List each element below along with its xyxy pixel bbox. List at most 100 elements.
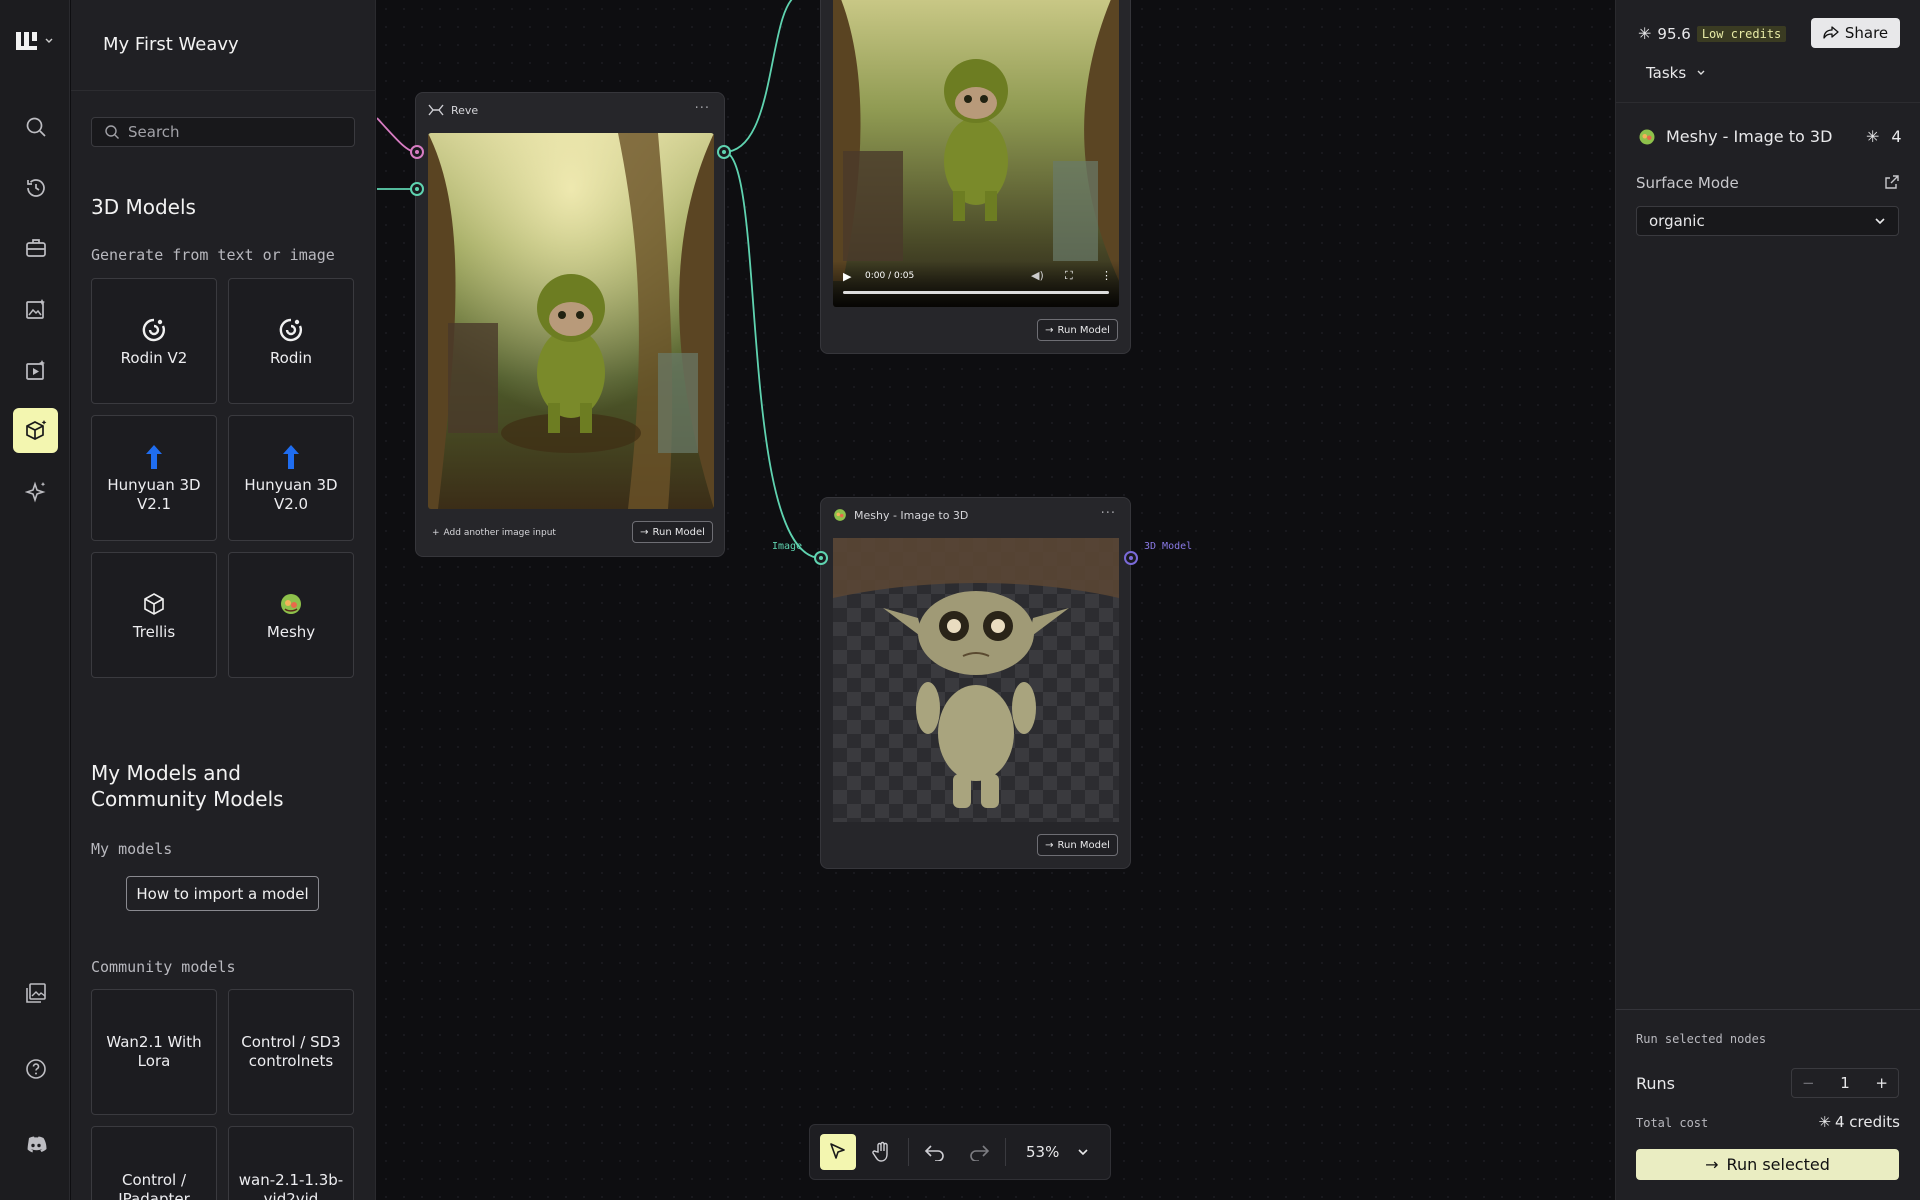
section-subtitle: Generate from text or image: [91, 246, 335, 264]
zoom-control[interactable]: 53%: [1014, 1143, 1089, 1161]
total-cost: ✳ 4 credits: [1818, 1113, 1900, 1131]
search-input[interactable]: [128, 123, 328, 141]
toolbar-divider: [908, 1138, 909, 1166]
share-label: Share: [1844, 24, 1889, 42]
gallery-icon[interactable]: [13, 970, 58, 1015]
model-card-label: Meshy: [266, 622, 316, 641]
surface-mode-value: organic: [1649, 212, 1705, 230]
generated-image: [428, 133, 714, 509]
arrow-right-icon: →: [640, 526, 649, 538]
undo-icon: [924, 1145, 944, 1161]
select-tool-button[interactable]: [820, 1134, 856, 1170]
run-model-label: Run Model: [652, 526, 705, 538]
external-link-icon[interactable]: [1884, 174, 1900, 190]
increment-button[interactable]: +: [1875, 1074, 1888, 1092]
output-port[interactable]: [1124, 551, 1138, 565]
community-card-label: Wan2.1 With Lora: [106, 1033, 202, 1070]
cube-icon[interactable]: [13, 408, 58, 453]
history-icon[interactable]: [13, 165, 58, 210]
help-icon[interactable]: [13, 1046, 58, 1091]
runs-stepper[interactable]: − 1 +: [1791, 1068, 1899, 1098]
workflow-canvas[interactable]: Reve ··· + Add another image input → Run…: [377, 0, 1615, 1200]
input-port[interactable]: [410, 182, 424, 196]
video-node[interactable]: ▶ 0:00 / 0:05 ◀) ⛶ ⋮ → Run Model: [820, 0, 1131, 354]
surface-mode-select[interactable]: organic: [1636, 206, 1899, 236]
search-box[interactable]: [91, 117, 355, 147]
output-port[interactable]: [717, 145, 731, 159]
decrement-button[interactable]: −: [1802, 1074, 1815, 1092]
model-card-label: Rodin V2: [120, 348, 188, 367]
play-icon[interactable]: ▶: [843, 270, 851, 283]
community-card[interactable]: Control / IPadapter SDXL: [91, 1126, 217, 1200]
hunyuan-icon: [143, 442, 165, 472]
credits-icon: ✳: [1818, 1113, 1831, 1131]
canvas-toolbar: 53%: [809, 1124, 1111, 1180]
more-options-icon[interactable]: ···: [695, 101, 710, 116]
total-cost-label: Total cost: [1636, 1116, 1709, 1130]
input-port[interactable]: [410, 145, 424, 159]
more-options-icon[interactable]: ···: [1101, 506, 1116, 521]
zoom-level: 53%: [1026, 1143, 1060, 1161]
reve-node[interactable]: Reve ··· + Add another image input → Run…: [415, 92, 725, 557]
run-selected-button[interactable]: → Run selected: [1636, 1149, 1899, 1180]
rodin-icon: [278, 315, 304, 345]
community-card[interactable]: wan-2.1-1.3b-vid2vid: [228, 1126, 354, 1200]
add-image-input-label: Add another image input: [443, 528, 556, 538]
sparkle-icon[interactable]: [13, 469, 58, 514]
video-time: 0:00 / 0:05: [865, 271, 915, 281]
credits-value: 95.6: [1657, 24, 1691, 43]
model-card-rodin[interactable]: Rodin: [228, 278, 354, 404]
model-card-rodin-v2[interactable]: Rodin V2: [91, 278, 217, 404]
image-edit-icon[interactable]: [13, 286, 58, 331]
project-title[interactable]: My First Weavy: [103, 34, 239, 55]
discord-icon[interactable]: [13, 1122, 58, 1167]
model-card-meshy[interactable]: Meshy: [228, 552, 354, 678]
input-port[interactable]: [814, 551, 828, 565]
section-title-my-models: My Models and Community Models: [91, 761, 284, 811]
properties-panel: ✳ 95.6 Low credits Share Tasks Meshy - I…: [1615, 0, 1920, 1200]
run-section-label: Run selected nodes: [1636, 1032, 1767, 1046]
video-player[interactable]: ▶ 0:00 / 0:05 ◀) ⛶ ⋮: [833, 0, 1119, 307]
divider: [1616, 1009, 1920, 1010]
share-button[interactable]: Share: [1811, 18, 1900, 48]
run-model-button[interactable]: → Run Model: [1037, 834, 1118, 856]
3d-model-preview[interactable]: [833, 538, 1119, 822]
model-card-hunyuan-v21[interactable]: Hunyuan 3D V2.1: [91, 415, 217, 541]
redo-button[interactable]: [961, 1134, 997, 1170]
output-port-label: 3D Model: [1144, 541, 1193, 552]
community-card[interactable]: Wan2.1 With Lora: [91, 989, 217, 1115]
model-card-hunyuan-v20[interactable]: Hunyuan 3D V2.0: [228, 415, 354, 541]
briefcase-icon[interactable]: [13, 225, 58, 270]
volume-icon[interactable]: ◀): [1031, 269, 1044, 282]
meshy-icon: [834, 509, 846, 521]
model-card-trellis[interactable]: Trellis: [91, 552, 217, 678]
fullscreen-icon[interactable]: ⛶: [1065, 269, 1073, 283]
run-model-button[interactable]: → Run Model: [1037, 319, 1118, 341]
models-panel: My First Weavy 3D Models Generate from t…: [71, 0, 376, 1200]
pan-tool-button[interactable]: [864, 1134, 900, 1170]
video-progress-bar[interactable]: [843, 291, 1109, 294]
low-credits-badge: Low credits: [1696, 25, 1787, 42]
section-title-3d-models: 3D Models: [91, 195, 196, 219]
more-vertical-icon[interactable]: ⋮: [1101, 269, 1112, 282]
undo-button[interactable]: [917, 1134, 953, 1170]
node-header: Meshy - Image to 3D: [833, 508, 968, 522]
divider: [1616, 102, 1920, 103]
node-title: Meshy - Image to 3D: [854, 508, 969, 522]
credits-indicator: ✳ 95.6 Low credits: [1638, 24, 1787, 43]
chevron-down-icon: [1875, 218, 1885, 225]
weavy-logo-menu[interactable]: [14, 30, 54, 52]
divider: [71, 90, 375, 91]
add-image-input-link[interactable]: + Add another image input: [432, 528, 556, 538]
search-icon[interactable]: [13, 104, 58, 149]
node-header: Reve: [428, 103, 478, 117]
chevron-down-icon: [45, 38, 53, 43]
import-model-button[interactable]: How to import a model: [126, 876, 319, 911]
tasks-dropdown[interactable]: Tasks: [1646, 64, 1706, 82]
chevron-down-icon: [1078, 1149, 1088, 1156]
community-card[interactable]: Control / SD3 controlnets: [228, 989, 354, 1115]
community-card-label: wan-2.1-1.3b-vid2vid: [238, 1171, 344, 1200]
run-model-button[interactable]: → Run Model: [632, 521, 713, 543]
meshy-node[interactable]: Meshy - Image to 3D ··· → Run Model: [820, 497, 1131, 869]
video-edit-icon[interactable]: [13, 347, 58, 392]
